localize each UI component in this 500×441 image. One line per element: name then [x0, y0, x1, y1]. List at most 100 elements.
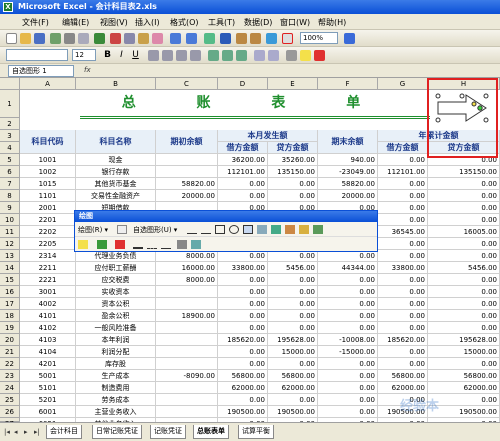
line-color-icon[interactable]: [97, 240, 107, 249]
row-header[interactable]: 9: [0, 202, 20, 214]
cell[interactable]: 期初余额: [156, 130, 218, 154]
cell[interactable]: 0.00: [268, 178, 318, 190]
underline-icon[interactable]: U: [130, 50, 141, 61]
cell[interactable]: 1015: [20, 178, 76, 190]
cell[interactable]: 库存股: [76, 358, 156, 370]
cell[interactable]: 本月发生额: [218, 130, 318, 142]
undo-icon[interactable]: [170, 33, 181, 44]
cell[interactable]: 3001: [20, 286, 76, 298]
cell[interactable]: 44344.00: [318, 262, 378, 274]
cell[interactable]: 0.00: [428, 178, 500, 190]
menu-format[interactable]: 格式(O): [170, 17, 199, 28]
cell[interactable]: 0.00: [378, 274, 428, 286]
cell[interactable]: 18900.00: [156, 310, 218, 322]
cell[interactable]: 4101: [20, 310, 76, 322]
shadow-icon[interactable]: [177, 240, 187, 249]
cell[interactable]: 0.00: [378, 154, 428, 166]
column-header[interactable]: B: [76, 78, 156, 90]
percent-icon[interactable]: [222, 50, 233, 61]
row-header[interactable]: 13: [0, 250, 20, 262]
cell[interactable]: 0.00: [318, 298, 378, 310]
cell[interactable]: 0.00: [218, 286, 268, 298]
cell[interactable]: 0.00: [428, 322, 500, 334]
cell[interactable]: 0.00: [378, 178, 428, 190]
cell[interactable]: 33800.00: [378, 262, 428, 274]
cell[interactable]: 应交税费: [76, 274, 156, 286]
cell[interactable]: 4102: [20, 322, 76, 334]
wordart-icon[interactable]: [271, 225, 281, 234]
cell[interactable]: 本年利润: [76, 334, 156, 346]
cell[interactable]: [156, 154, 218, 166]
rectangle-icon[interactable]: [215, 225, 225, 234]
print-icon[interactable]: [64, 33, 75, 44]
column-header[interactable]: G: [378, 78, 428, 90]
row-header[interactable]: 19: [0, 322, 20, 334]
textbox-icon[interactable]: [243, 225, 253, 234]
cell[interactable]: 0.00: [428, 250, 500, 262]
row-header[interactable]: 3: [0, 130, 20, 142]
merge-center-icon[interactable]: [190, 50, 201, 61]
cell[interactable]: 135150.00: [268, 166, 318, 178]
cell[interactable]: [156, 286, 218, 298]
spelling-icon[interactable]: [94, 33, 105, 44]
cell[interactable]: 实收资本: [76, 286, 156, 298]
cell[interactable]: 其他货币基金: [76, 178, 156, 190]
cell[interactable]: 0.00: [218, 178, 268, 190]
cell[interactable]: 5456.00: [268, 262, 318, 274]
autoshapes-button[interactable]: 自选图形(U) ▾: [133, 225, 177, 235]
clipart-icon[interactable]: [299, 225, 309, 234]
cell[interactable]: 生产成本: [76, 370, 156, 382]
drawing-toolbar-title[interactable]: 绘图: [75, 211, 377, 222]
cell[interactable]: 0.00: [378, 358, 428, 370]
cell[interactable]: 5001: [20, 370, 76, 382]
cell[interactable]: [156, 334, 218, 346]
cell[interactable]: 0.00: [378, 322, 428, 334]
cell[interactable]: 0.00: [218, 298, 268, 310]
cell[interactable]: 制造费用: [76, 382, 156, 394]
cell[interactable]: 4201: [20, 358, 76, 370]
cell[interactable]: 1101: [20, 190, 76, 202]
cell[interactable]: -23049.00: [318, 166, 378, 178]
cell[interactable]: 5456.00: [428, 262, 500, 274]
cell[interactable]: [156, 322, 218, 334]
row-header[interactable]: 6: [0, 166, 20, 178]
name-box[interactable]: 自选图形 1: [8, 65, 74, 77]
comma-icon[interactable]: [236, 50, 247, 61]
cell[interactable]: 0.00: [268, 310, 318, 322]
cell[interactable]: 2211: [20, 262, 76, 274]
cell[interactable]: 15000.00: [428, 346, 500, 358]
dash-style-icon[interactable]: [147, 240, 157, 249]
cell[interactable]: 0.00: [378, 190, 428, 202]
format-painter-icon[interactable]: [152, 33, 163, 44]
row-header[interactable]: 11: [0, 226, 20, 238]
cell[interactable]: 0.00: [318, 358, 378, 370]
first-sheet-icon[interactable]: |◂: [4, 427, 12, 437]
cell[interactable]: [156, 358, 218, 370]
cell[interactable]: 0.00: [428, 202, 500, 214]
cell[interactable]: 0.00: [318, 310, 378, 322]
font-color-icon[interactable]: [314, 50, 325, 61]
cell[interactable]: 1002: [20, 166, 76, 178]
row-header[interactable]: 1: [0, 90, 20, 118]
cut-icon[interactable]: [110, 33, 121, 44]
column-header[interactable]: D: [218, 78, 268, 90]
save-icon[interactable]: [34, 33, 45, 44]
hyperlink-icon[interactable]: [204, 33, 215, 44]
cell[interactable]: 16005.00: [428, 226, 500, 238]
cell[interactable]: 科目名称: [76, 130, 156, 154]
diagram-icon[interactable]: [285, 225, 295, 234]
cell[interactable]: 资本公积: [76, 298, 156, 310]
menu-insert[interactable]: 插入(I): [135, 17, 160, 28]
cell[interactable]: 盈余公积: [76, 310, 156, 322]
cell[interactable]: 0.00: [268, 190, 318, 202]
cell[interactable]: 56800.00: [218, 370, 268, 382]
cell[interactable]: 0.00: [268, 286, 318, 298]
prev-sheet-icon[interactable]: ◂: [14, 427, 22, 437]
italic-icon[interactable]: I: [116, 50, 127, 61]
cell[interactable]: [156, 394, 218, 406]
tab-trial-balance[interactable]: 试算平衡: [238, 425, 274, 439]
increase-indent-icon[interactable]: [268, 50, 279, 61]
cell[interactable]: 0.00: [218, 358, 268, 370]
drawing-toolbar[interactable]: 绘图 绘图(R) ▾ 自选图形(U) ▾: [74, 210, 378, 252]
cell[interactable]: 4104: [20, 346, 76, 358]
